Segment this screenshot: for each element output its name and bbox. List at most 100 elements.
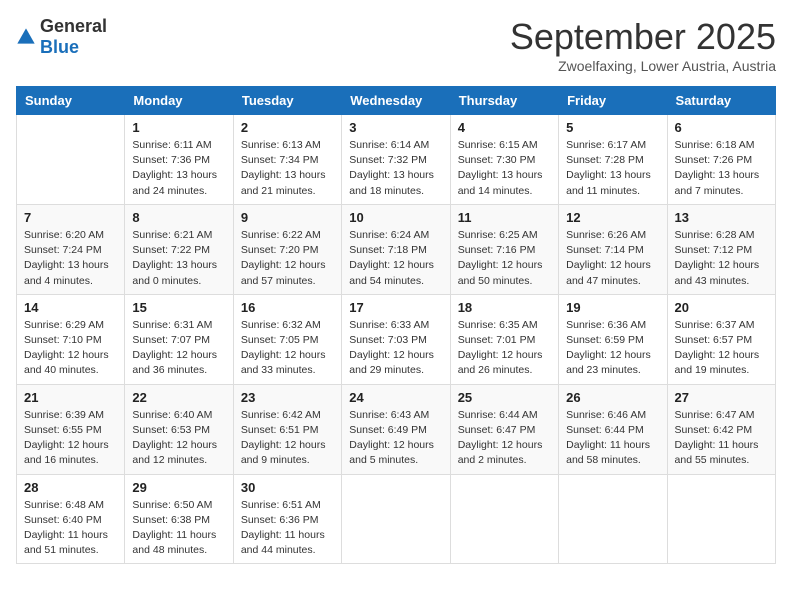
weekday-header-saturday: Saturday: [667, 87, 775, 115]
day-number: 29: [132, 480, 225, 495]
weekday-header-monday: Monday: [125, 87, 233, 115]
day-info: Sunrise: 6:42 AMSunset: 6:51 PMDaylight:…: [241, 408, 334, 469]
day-info: Sunrise: 6:18 AMSunset: 7:26 PMDaylight:…: [675, 138, 768, 199]
calendar-cell: 5 Sunrise: 6:17 AMSunset: 7:28 PMDaylight…: [559, 115, 667, 205]
calendar-cell: 9Sunrise: 6:22 AMSunset: 7:20 PMDaylight…: [233, 204, 341, 294]
day-info: Sunrise: 6:44 AMSunset: 6:47 PMDaylight:…: [458, 408, 551, 469]
calendar-table: SundayMondayTuesdayWednesdayThursdayFrid…: [16, 86, 776, 564]
week-row-2: 7Sunrise: 6:20 AMSunset: 7:24 PMDaylight…: [17, 204, 776, 294]
week-row-4: 21 Sunrise: 6:39 AMSunset: 6:55 PMDayligh…: [17, 384, 776, 474]
day-info: Sunrise: 6:47 AMSunset: 6:42 PMDaylight:…: [675, 408, 768, 469]
calendar-cell: 14Sunrise: 6:29 AMSunset: 7:10 PMDayligh…: [17, 294, 125, 384]
day-info: Sunrise: 6:31 AMSunset: 7:07 PMDaylight:…: [132, 318, 225, 379]
calendar-cell: 1 Sunrise: 6:11 AMSunset: 7:36 PMDaylight…: [125, 115, 233, 205]
calendar-cell: [667, 474, 775, 564]
calendar-cell: 22 Sunrise: 6:40 AMSunset: 6:53 PMDayligh…: [125, 384, 233, 474]
calendar-cell: 4Sunrise: 6:15 AMSunset: 7:30 PMDaylight…: [450, 115, 558, 205]
day-number: 12: [566, 210, 659, 225]
logo-icon: [16, 27, 36, 47]
day-number: 20: [675, 300, 768, 315]
calendar-cell: 20 Sunrise: 6:37 AMSunset: 6:57 PMDayligh…: [667, 294, 775, 384]
weekday-header-thursday: Thursday: [450, 87, 558, 115]
day-number: 21: [24, 390, 117, 405]
calendar-location: Zwoelfaxing, Lower Austria, Austria: [510, 58, 776, 74]
logo: General Blue: [16, 16, 107, 58]
day-number: 22: [132, 390, 225, 405]
weekday-header-friday: Friday: [559, 87, 667, 115]
calendar-cell: 3 Sunrise: 6:14 AMSunset: 7:32 PMDaylight…: [342, 115, 450, 205]
day-number: 4: [458, 120, 551, 135]
day-info: Sunrise: 6:36 AMSunset: 6:59 PMDaylight:…: [566, 318, 659, 379]
calendar-cell: 21 Sunrise: 6:39 AMSunset: 6:55 PMDayligh…: [17, 384, 125, 474]
day-number: 10: [349, 210, 442, 225]
day-info: Sunrise: 6:33 AMSunset: 7:03 PMDaylight:…: [349, 318, 442, 379]
weekday-header-tuesday: Tuesday: [233, 87, 341, 115]
day-info: Sunrise: 6:32 AMSunset: 7:05 PMDaylight:…: [241, 318, 334, 379]
day-number: 25: [458, 390, 551, 405]
page-header: General Blue September 2025 Zwoelfaxing,…: [16, 16, 776, 74]
week-row-5: 28 Sunrise: 6:48 AMSunset: 6:40 PMDayligh…: [17, 474, 776, 564]
calendar-cell: 13Sunrise: 6:28 AMSunset: 7:12 PMDayligh…: [667, 204, 775, 294]
calendar-header-row: SundayMondayTuesdayWednesdayThursdayFrid…: [17, 87, 776, 115]
day-number: 15: [132, 300, 225, 315]
day-number: 16: [241, 300, 334, 315]
day-number: 5: [566, 120, 659, 135]
calendar-cell: [559, 474, 667, 564]
title-block: September 2025 Zwoelfaxing, Lower Austri…: [510, 16, 776, 74]
calendar-cell: 8Sunrise: 6:21 AMSunset: 7:22 PMDaylight…: [125, 204, 233, 294]
day-info: Sunrise: 6:26 AMSunset: 7:14 PMDaylight:…: [566, 228, 659, 289]
calendar-cell: [342, 474, 450, 564]
calendar-cell: 10 Sunrise: 6:24 AMSunset: 7:18 PMDayligh…: [342, 204, 450, 294]
day-info: Sunrise: 6:14 AMSunset: 7:32 PMDaylight:…: [349, 138, 442, 199]
logo-text: General Blue: [40, 16, 107, 58]
day-number: 19: [566, 300, 659, 315]
day-info: Sunrise: 6:13 AMSunset: 7:34 PMDaylight:…: [241, 138, 334, 199]
calendar-cell: 12 Sunrise: 6:26 AMSunset: 7:14 PMDayligh…: [559, 204, 667, 294]
calendar-cell: 17 Sunrise: 6:33 AMSunset: 7:03 PMDayligh…: [342, 294, 450, 384]
calendar-cell: 26 Sunrise: 6:46 AMSunset: 6:44 PMDayligh…: [559, 384, 667, 474]
day-info: Sunrise: 6:25 AMSunset: 7:16 PMDaylight:…: [458, 228, 551, 289]
day-info: Sunrise: 6:20 AMSunset: 7:24 PMDaylight:…: [24, 228, 117, 289]
day-info: Sunrise: 6:11 AMSunset: 7:36 PMDaylight:…: [132, 138, 225, 199]
week-row-3: 14Sunrise: 6:29 AMSunset: 7:10 PMDayligh…: [17, 294, 776, 384]
day-number: 26: [566, 390, 659, 405]
calendar-cell: 18 Sunrise: 6:35 AMSunset: 7:01 PMDayligh…: [450, 294, 558, 384]
logo-general: General: [40, 16, 107, 36]
day-info: Sunrise: 6:29 AMSunset: 7:10 PMDaylight:…: [24, 318, 117, 379]
day-info: Sunrise: 6:24 AMSunset: 7:18 PMDaylight:…: [349, 228, 442, 289]
day-number: 24: [349, 390, 442, 405]
weekday-header-wednesday: Wednesday: [342, 87, 450, 115]
calendar-cell: 11 Sunrise: 6:25 AMSunset: 7:16 PMDayligh…: [450, 204, 558, 294]
calendar-cell: 25 Sunrise: 6:44 AMSunset: 6:47 PMDayligh…: [450, 384, 558, 474]
calendar-cell: 30Sunrise: 6:51 AMSunset: 6:36 PMDayligh…: [233, 474, 341, 564]
day-number: 18: [458, 300, 551, 315]
calendar-cell: [450, 474, 558, 564]
calendar-cell: 19 Sunrise: 6:36 AMSunset: 6:59 PMDayligh…: [559, 294, 667, 384]
day-info: Sunrise: 6:43 AMSunset: 6:49 PMDaylight:…: [349, 408, 442, 469]
day-number: 11: [458, 210, 551, 225]
calendar-title: September 2025: [510, 16, 776, 58]
calendar-cell: 28 Sunrise: 6:48 AMSunset: 6:40 PMDayligh…: [17, 474, 125, 564]
day-info: Sunrise: 6:40 AMSunset: 6:53 PMDaylight:…: [132, 408, 225, 469]
calendar-cell: 6Sunrise: 6:18 AMSunset: 7:26 PMDaylight…: [667, 115, 775, 205]
day-info: Sunrise: 6:50 AMSunset: 6:38 PMDaylight:…: [132, 498, 225, 559]
day-info: Sunrise: 6:48 AMSunset: 6:40 PMDaylight:…: [24, 498, 117, 559]
day-number: 23: [241, 390, 334, 405]
day-number: 17: [349, 300, 442, 315]
day-info: Sunrise: 6:37 AMSunset: 6:57 PMDaylight:…: [675, 318, 768, 379]
day-info: Sunrise: 6:39 AMSunset: 6:55 PMDaylight:…: [24, 408, 117, 469]
calendar-cell: 24 Sunrise: 6:43 AMSunset: 6:49 PMDayligh…: [342, 384, 450, 474]
day-info: Sunrise: 6:21 AMSunset: 7:22 PMDaylight:…: [132, 228, 225, 289]
day-info: Sunrise: 6:35 AMSunset: 7:01 PMDaylight:…: [458, 318, 551, 379]
day-info: Sunrise: 6:22 AMSunset: 7:20 PMDaylight:…: [241, 228, 334, 289]
day-info: Sunrise: 6:46 AMSunset: 6:44 PMDaylight:…: [566, 408, 659, 469]
calendar-cell: 15 Sunrise: 6:31 AMSunset: 7:07 PMDayligh…: [125, 294, 233, 384]
weekday-header-sunday: Sunday: [17, 87, 125, 115]
calendar-cell: 2Sunrise: 6:13 AMSunset: 7:34 PMDaylight…: [233, 115, 341, 205]
day-info: Sunrise: 6:28 AMSunset: 7:12 PMDaylight:…: [675, 228, 768, 289]
logo-blue: Blue: [40, 37, 79, 57]
day-number: 28: [24, 480, 117, 495]
day-info: Sunrise: 6:17 AMSunset: 7:28 PMDaylight:…: [566, 138, 659, 199]
day-number: 3: [349, 120, 442, 135]
day-number: 1: [132, 120, 225, 135]
